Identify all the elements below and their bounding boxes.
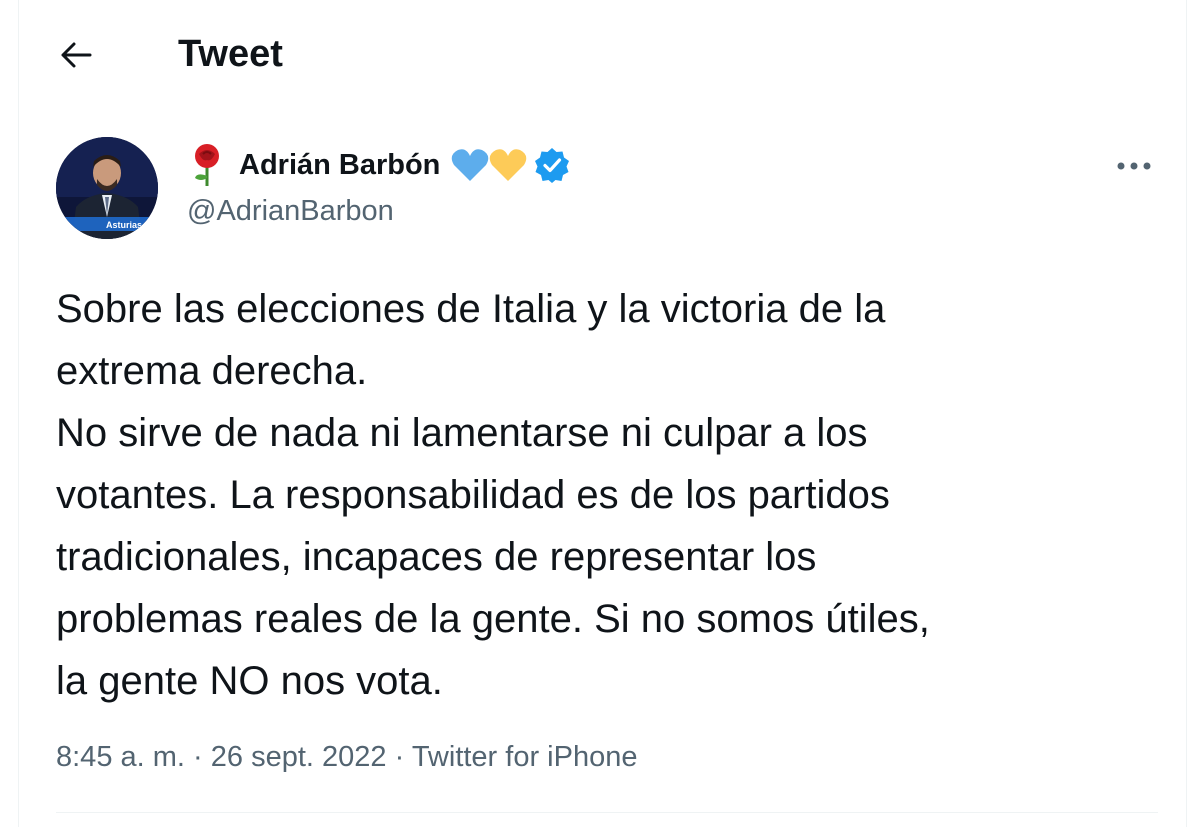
top-bar: Tweet xyxy=(0,0,1200,106)
tweet-date[interactable]: 26 sept. 2022 xyxy=(211,741,387,773)
more-options-button[interactable] xyxy=(1110,148,1158,184)
tweet-metadata: 8:45 a. m. · 26 sept. 2022 · Twitter for… xyxy=(56,737,637,777)
author-name-row: Adrián Barbón xyxy=(187,142,570,188)
column-border-right xyxy=(1186,0,1187,827)
tweet-line: No sirve de nada ni lamentarse ni culpar… xyxy=(56,411,868,455)
back-button[interactable] xyxy=(48,30,104,80)
arrow-left-icon xyxy=(61,42,92,68)
tweet-line: problemas reales de la gente. Si no somo… xyxy=(56,597,930,641)
more-horizontal-icon xyxy=(1117,162,1151,170)
tweet-source[interactable]: Twitter for iPhone xyxy=(412,741,638,773)
tweet-line: Sobre las elecciones de Italia y la vict… xyxy=(56,287,886,331)
verified-badge-icon xyxy=(535,148,570,183)
meta-separator: · xyxy=(394,741,405,773)
tweet-page: Tweet Asturias Adrián Barbón @AdrianBarb… xyxy=(0,0,1200,827)
rose-icon xyxy=(195,144,219,186)
yellow-heart-icon xyxy=(490,149,527,181)
column-border-left xyxy=(18,0,19,827)
avatar-image: Asturias xyxy=(56,137,158,239)
badge-group xyxy=(450,147,570,183)
meta-separator: · xyxy=(193,741,203,773)
tweet-text: Sobre las elecciones de Italia y la vict… xyxy=(56,278,1176,712)
tweet-time[interactable]: 8:45 a. m. xyxy=(56,741,185,773)
tweet-line: votantes. La responsabilidad es de los p… xyxy=(56,473,890,517)
tweet-line: tradicionales, incapaces de representar … xyxy=(56,535,817,579)
avatar-badge-text: Asturias xyxy=(106,220,142,230)
page-title: Tweet xyxy=(178,33,283,75)
display-name[interactable]: Adrián Barbón xyxy=(239,145,440,185)
author-handle[interactable]: @AdrianBarbon xyxy=(187,192,394,230)
blue-heart-icon xyxy=(452,149,489,181)
tweet-line: extrema derecha. xyxy=(56,349,368,393)
tweet-line: la gente NO nos vota. xyxy=(56,659,443,703)
divider xyxy=(56,812,1158,813)
avatar[interactable]: Asturias xyxy=(56,137,158,239)
